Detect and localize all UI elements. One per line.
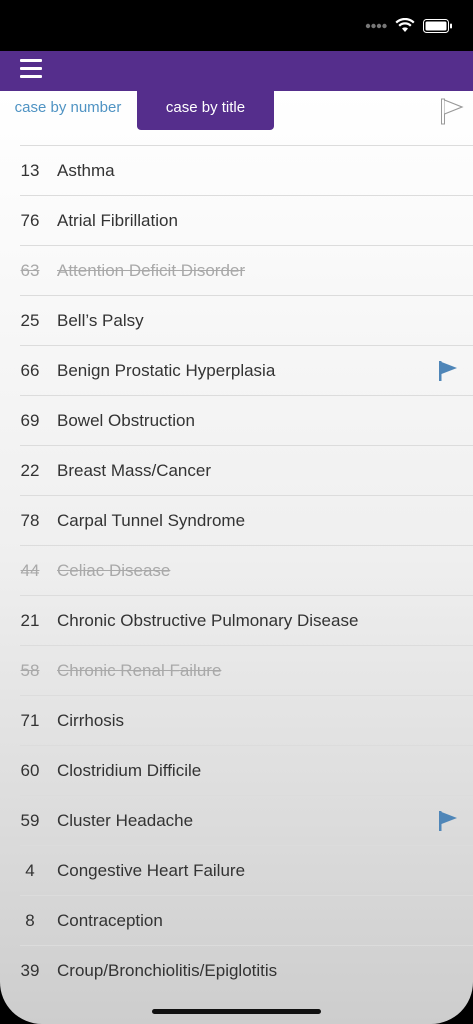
list-item[interactable]: 63 Attention Deficit Disorder <box>20 245 473 295</box>
segmented-control: case by number case by title <box>0 91 473 131</box>
case-title: Croup/Bronchiolitis/Epiglotitis <box>57 961 278 980</box>
list-item[interactable]: 66 Benign Prostatic Hyperplasia <box>20 345 473 395</box>
notch <box>104 0 369 38</box>
case-title: Breast Mass/Cancer <box>57 461 211 480</box>
case-list: 13 Asthma 76 Atrial Fibrillation 63 Atte… <box>0 145 473 995</box>
case-number: 39 <box>20 961 40 980</box>
list-item[interactable]: 22 Breast Mass/Cancer <box>20 445 473 495</box>
case-title: Attention Deficit Disorder <box>57 261 246 280</box>
list-item[interactable]: 71 Cirrhosis <box>20 695 473 745</box>
list-item[interactable]: 13 Asthma <box>20 145 473 195</box>
case-title: Chronic Renal Failure <box>57 661 222 680</box>
case-number: 60 <box>20 761 40 780</box>
case-number: 21 <box>20 611 40 630</box>
tab-case-by-title[interactable]: case by title <box>137 91 274 130</box>
flag-outline-icon[interactable] <box>439 97 465 125</box>
battery-icon <box>423 18 452 33</box>
case-title: Contraception <box>57 911 163 930</box>
case-title: Bell’s Palsy <box>57 311 144 330</box>
list-item[interactable]: 44 Celiac Disease <box>20 545 473 595</box>
app-screen: case by number case by title 13 Asthma 7… <box>0 0 473 1024</box>
list-item[interactable]: 59 Cluster Headache <box>20 795 473 845</box>
case-number: 13 <box>20 161 40 180</box>
flag-icon[interactable] <box>437 810 459 832</box>
case-number: 4 <box>25 861 35 880</box>
case-number: 8 <box>25 911 35 930</box>
case-title: Chronic Obstructive Pulmonary Disease <box>57 611 359 630</box>
list-item[interactable]: 76 Atrial Fibrillation <box>20 195 473 245</box>
case-number: 71 <box>20 711 40 730</box>
signal-dots-icon <box>365 23 387 28</box>
case-number: 59 <box>20 811 40 830</box>
list-item[interactable]: 25 Bell’s Palsy <box>20 295 473 345</box>
case-number: 63 <box>20 261 40 280</box>
case-title: Clostridium Difficile <box>57 761 202 780</box>
status-icons <box>365 18 453 33</box>
case-title: Cirrhosis <box>57 711 125 730</box>
case-number: 69 <box>20 411 40 430</box>
flag-icon[interactable] <box>437 360 459 382</box>
case-number: 44 <box>20 561 40 580</box>
status-bar <box>0 0 473 51</box>
list-item[interactable]: 60 Clostridium Difficile <box>20 745 473 795</box>
case-title: Atrial Fibrillation <box>57 211 178 230</box>
tab-case-by-number[interactable]: case by number <box>4 91 132 131</box>
case-title: Bowel Obstruction <box>57 411 195 430</box>
list-item[interactable]: 4 Congestive Heart Failure <box>20 845 473 895</box>
case-number: 25 <box>20 311 40 330</box>
list-item[interactable]: 69 Bowel Obstruction <box>20 395 473 445</box>
case-title: Benign Prostatic Hyperplasia <box>57 361 276 380</box>
list-item[interactable]: 39 Croup/Bronchiolitis/Epiglotitis <box>20 945 473 995</box>
case-title: Congestive Heart Failure <box>57 861 246 880</box>
home-indicator <box>152 1009 321 1014</box>
hamburger-icon[interactable] <box>20 59 42 81</box>
case-number: 66 <box>20 361 40 380</box>
case-number: 78 <box>20 511 40 530</box>
list-item[interactable]: 8 Contraception <box>20 895 473 945</box>
case-title: Carpal Tunnel Syndrome <box>57 511 246 530</box>
case-list-screen: case by number case by title 13 Asthma 7… <box>0 91 473 1024</box>
nav-bar <box>0 51 473 91</box>
case-title: Celiac Disease <box>57 561 171 580</box>
case-title: Cluster Headache <box>57 811 194 830</box>
case-number: 76 <box>20 211 40 230</box>
list-item[interactable]: 21 Chronic Obstructive Pulmonary Disease <box>20 595 473 645</box>
wifi-icon <box>395 18 415 32</box>
case-number: 22 <box>20 461 40 480</box>
case-number: 58 <box>20 661 40 680</box>
list-item[interactable]: 58 Chronic Renal Failure <box>20 645 473 695</box>
case-title: Asthma <box>57 161 115 180</box>
list-item[interactable]: 78 Carpal Tunnel Syndrome <box>20 495 473 545</box>
